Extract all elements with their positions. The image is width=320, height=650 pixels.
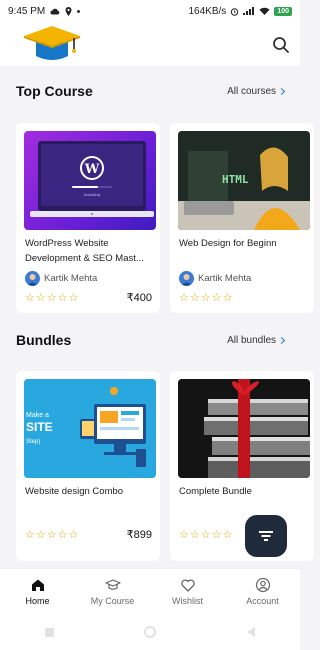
recent-apps-icon[interactable] bbox=[45, 627, 55, 637]
thumb-text-step: Step) bbox=[26, 439, 40, 445]
rating-stars: ☆☆☆☆☆ bbox=[25, 529, 80, 541]
all-bundles-link[interactable]: All bundles bbox=[227, 334, 286, 346]
nav-my-course[interactable]: My Course bbox=[75, 577, 150, 606]
nav-home[interactable]: Home bbox=[0, 577, 75, 606]
app-header bbox=[0, 22, 300, 66]
nav-home-label: Home bbox=[25, 596, 50, 606]
course-author: Kartik Mehta bbox=[179, 271, 251, 286]
home-circle-icon[interactable] bbox=[144, 626, 157, 638]
course-card[interactable]: HTML Web Design for Beginn Kartik Mehta … bbox=[170, 123, 314, 313]
web-design-image: HTML bbox=[178, 131, 310, 230]
course-thumbnail: HTML bbox=[178, 131, 310, 230]
section-title: Top Course bbox=[16, 83, 93, 99]
bundle-title: Complete Bundle bbox=[179, 486, 252, 497]
chevron-right-icon bbox=[277, 336, 286, 345]
battery-icon: 100 bbox=[274, 6, 292, 16]
system-navigation-bar bbox=[0, 614, 300, 650]
nav-wishlist-label: Wishlist bbox=[172, 596, 203, 606]
section-title: Bundles bbox=[16, 332, 72, 348]
wordpress-laptop-image: W Installing bbox=[30, 141, 154, 217]
course-thumbnail: W Installing bbox=[24, 131, 156, 230]
nav-wishlist[interactable]: Wishlist bbox=[150, 577, 225, 606]
search-icon[interactable] bbox=[272, 36, 290, 54]
bundle-thumbnail: Make a SITE Step) bbox=[24, 379, 156, 478]
heart-icon bbox=[180, 579, 195, 592]
signal-icon bbox=[243, 7, 255, 15]
installing-text: Installing bbox=[84, 193, 100, 197]
bundle-price: ₹899 bbox=[126, 529, 152, 541]
graduation-cap-icon bbox=[104, 579, 121, 590]
location-icon bbox=[65, 6, 72, 16]
course-price: ₹400 bbox=[126, 292, 152, 304]
bundle-title: Website design Combo bbox=[25, 486, 124, 497]
avatar bbox=[25, 271, 40, 286]
rating-stars: ☆☆☆☆☆ bbox=[25, 292, 80, 304]
notification-dot-icon bbox=[77, 9, 81, 13]
author-name: Kartik Mehta bbox=[44, 273, 98, 284]
course-title: Web Design for Beginn bbox=[179, 238, 277, 249]
filter-button[interactable] bbox=[245, 515, 287, 557]
all-bundles-label: All bundles bbox=[227, 334, 276, 346]
course-author: Kartik Mehta bbox=[25, 271, 97, 286]
course-title: WordPress Website Development & SEO Mast… bbox=[25, 238, 144, 264]
filter-icon bbox=[259, 531, 273, 541]
account-icon bbox=[255, 577, 270, 593]
svg-text:W: W bbox=[84, 162, 100, 177]
network-speed: 164KB/s bbox=[188, 5, 227, 17]
course-carousel[interactable]: W Installing WordPress Website Developme… bbox=[0, 123, 314, 323]
books-image bbox=[178, 379, 310, 478]
status-bar: 9:45 PM 164KB/s 100 bbox=[0, 0, 300, 22]
bundle-card[interactable]: Make a SITE Step) Website design Combo ☆… bbox=[16, 371, 160, 561]
alarm-icon bbox=[231, 7, 239, 16]
bottom-navigation: Home My Course Wishlist Account bbox=[0, 568, 300, 614]
rating-stars: ☆☆☆☆☆ bbox=[179, 529, 234, 541]
thumb-text-make: Make a bbox=[26, 412, 49, 419]
nav-account-label: Account bbox=[246, 596, 279, 606]
nav-my-course-label: My Course bbox=[90, 596, 135, 606]
nav-account[interactable]: Account bbox=[225, 577, 300, 606]
avatar bbox=[179, 271, 194, 286]
thumb-text-site: SITE bbox=[26, 420, 53, 434]
author-name: Kartik Mehta bbox=[198, 273, 252, 284]
cloud-icon bbox=[50, 8, 60, 14]
chevron-right-icon bbox=[277, 87, 286, 96]
all-courses-link[interactable]: All courses bbox=[227, 85, 286, 97]
status-time: 9:45 PM bbox=[8, 5, 46, 17]
rating-stars: ☆☆☆☆☆ bbox=[179, 292, 234, 304]
website-design-image: Make a SITE Step) bbox=[24, 379, 156, 478]
wifi-icon bbox=[259, 7, 270, 15]
bundle-thumbnail bbox=[178, 379, 310, 478]
back-icon[interactable] bbox=[246, 627, 255, 637]
course-card[interactable]: W Installing WordPress Website Developme… bbox=[16, 123, 160, 313]
graduation-cap-logo bbox=[24, 26, 80, 60]
html-text: HTML bbox=[222, 173, 249, 186]
bundle-card[interactable]: Complete Bundle ☆☆☆☆☆ bbox=[170, 371, 314, 561]
home-icon bbox=[31, 579, 44, 591]
top-course-section: Top Course All courses W Installing Word… bbox=[0, 76, 314, 323]
all-courses-label: All courses bbox=[227, 85, 276, 97]
